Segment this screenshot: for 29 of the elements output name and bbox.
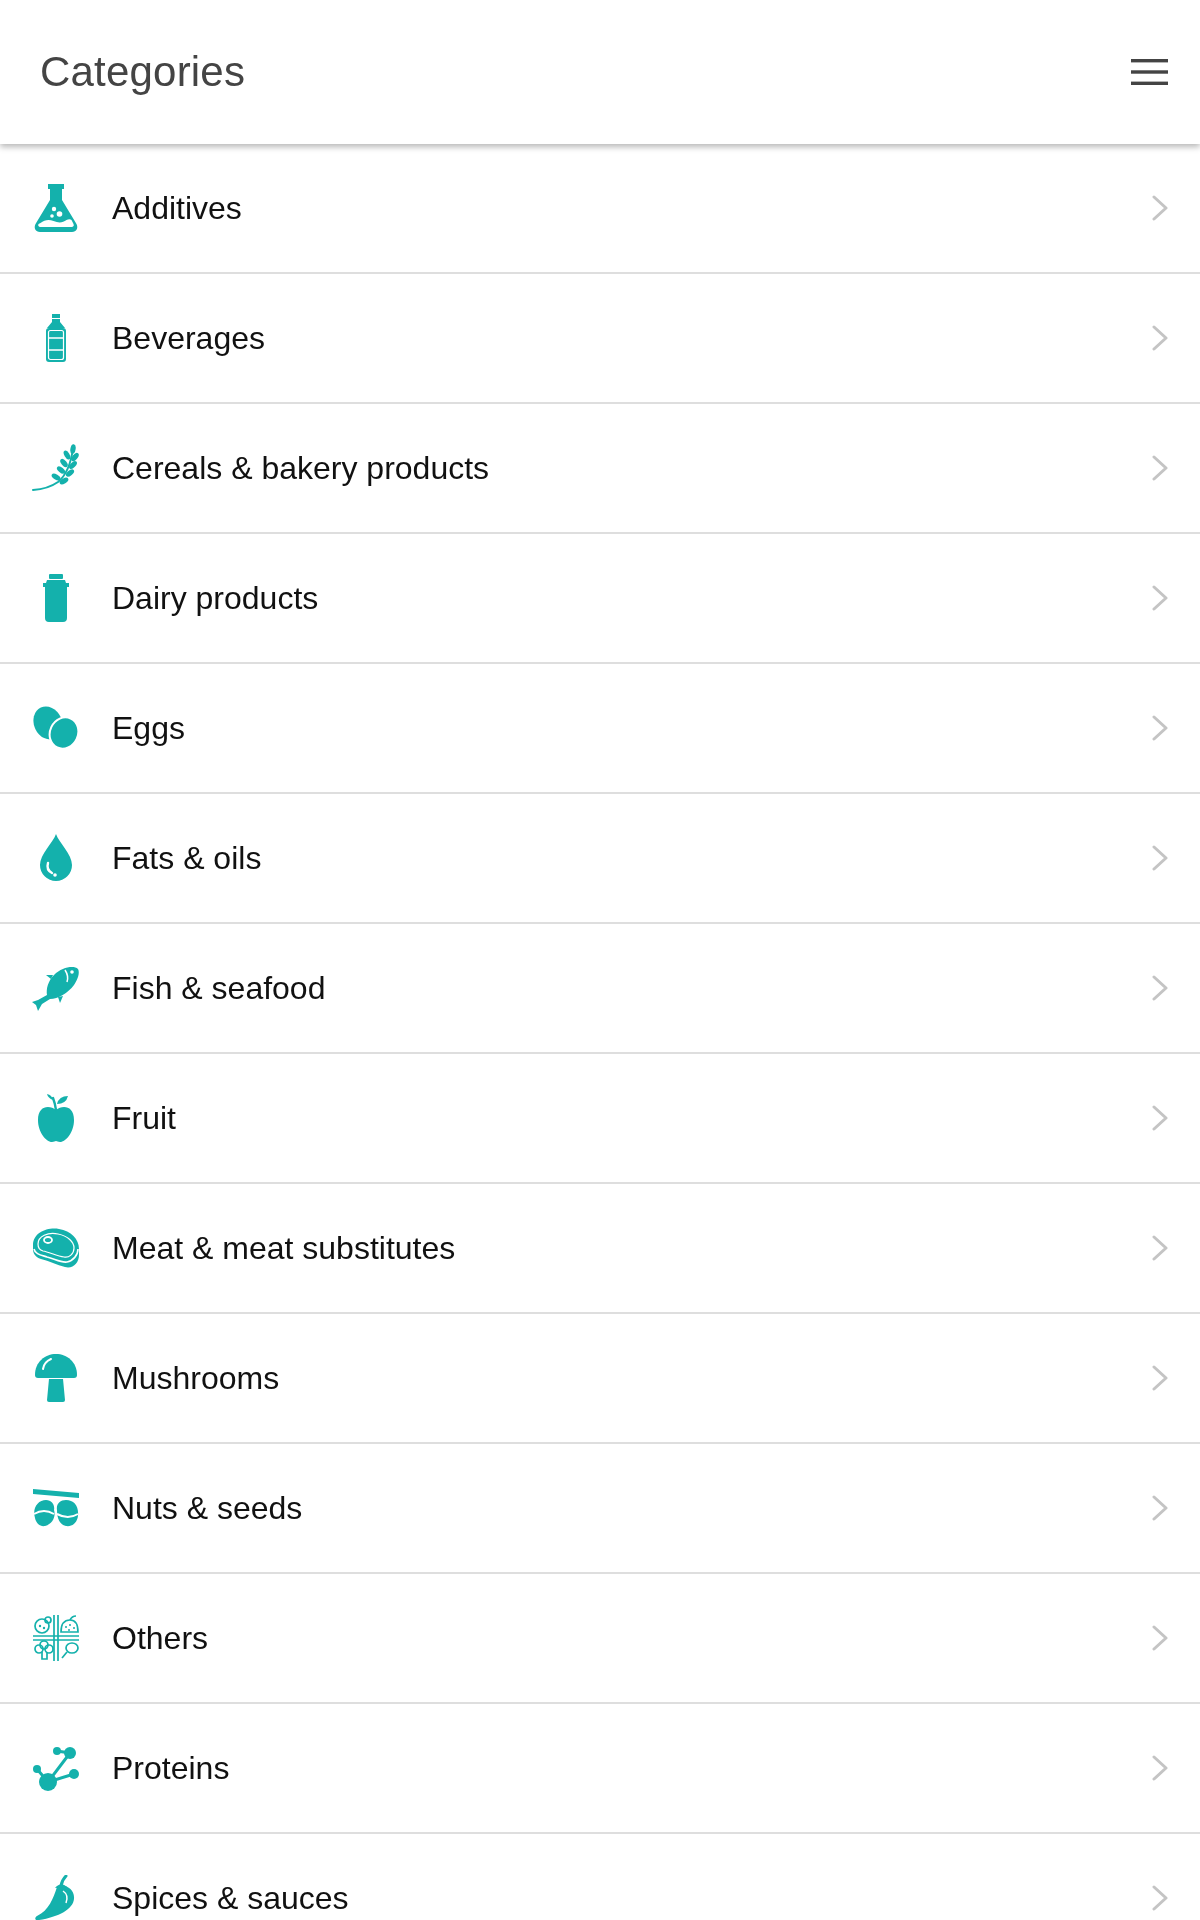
chevron-icon (1152, 195, 1168, 221)
bottle-icon (45, 314, 67, 362)
chevron-icon (1152, 1365, 1168, 1391)
wheat-icon (32, 444, 80, 492)
nut-icon (32, 1488, 80, 1528)
chevron-icon (1152, 1495, 1168, 1521)
chevron-icon (1152, 715, 1168, 741)
egg-icon (32, 705, 80, 751)
chevron-icon (1152, 845, 1168, 871)
chevron-icon (1152, 325, 1168, 351)
chevron-icon (1152, 455, 1168, 481)
chevron-icon (1152, 1755, 1168, 1781)
chevron-icon (1152, 1625, 1168, 1651)
milk-can-icon (41, 574, 71, 622)
chevron-icon (1152, 1105, 1168, 1131)
chevron-icon (1152, 1885, 1168, 1911)
apple-icon (37, 1094, 75, 1142)
drop-icon (39, 834, 73, 882)
food-grid-icon (32, 1614, 80, 1662)
flask-icon (33, 184, 79, 232)
menu-icon (1131, 59, 1168, 85)
molecule-icon (32, 1744, 80, 1792)
chevron-icon (1152, 975, 1168, 1001)
page-title: Categories (40, 48, 246, 96)
chevron-icon (1152, 585, 1168, 611)
steak-icon (31, 1227, 81, 1269)
mushroom-icon (34, 1354, 78, 1402)
fish-icon (32, 965, 80, 1011)
chevron-icon (1152, 1235, 1168, 1261)
